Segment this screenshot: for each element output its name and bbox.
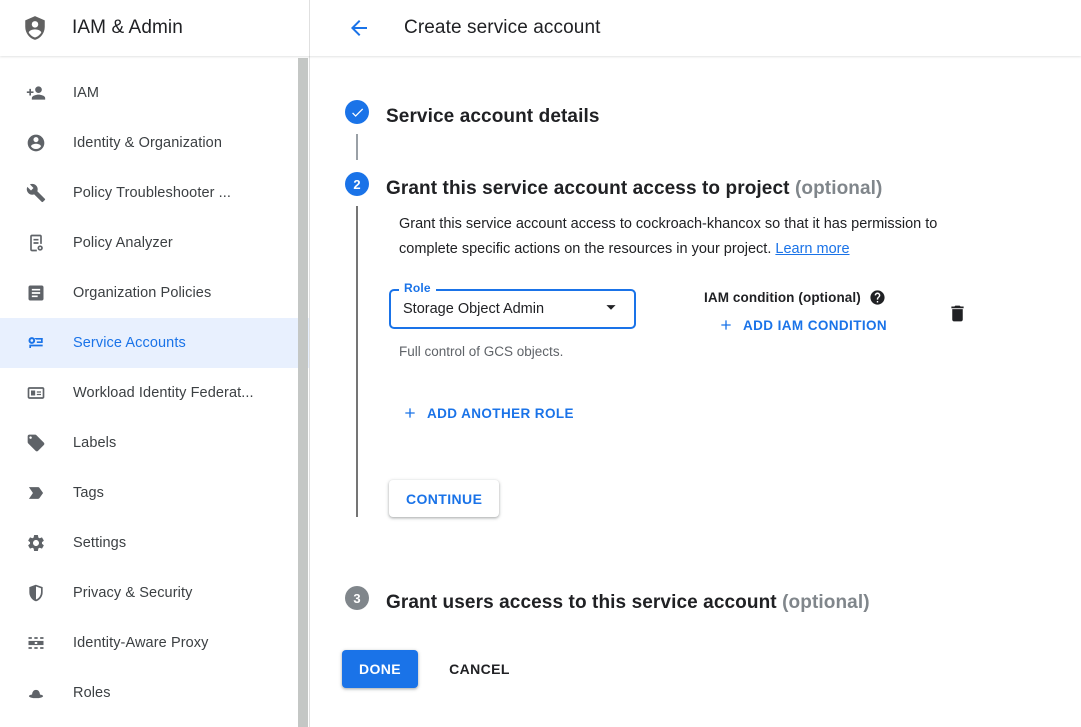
sidebar-item-privacy-security[interactable]: Privacy & Security [0,568,309,618]
scrollbar-thumb[interactable] [298,58,308,727]
role-field-label: Role [399,281,436,295]
sidebar-item-label: Privacy & Security [73,585,192,601]
role-helper-text: Full control of GCS objects. [399,344,636,359]
step1-title: Service account details [386,101,600,132]
sidebar-item-label: IAM [73,85,99,101]
sidebar: IAM Identity & Organization Policy Troub… [0,56,310,727]
sidebar-item-roles[interactable]: Roles [0,668,309,718]
app-title: IAM & Admin [72,17,183,39]
sidebar-item-policy-analyzer[interactable]: Policy Analyzer [0,218,309,268]
sidebar-item-label: Roles [73,685,111,701]
sidebar-item-iam[interactable]: IAM [0,68,309,118]
trash-icon [947,303,968,324]
sidebar-item-identity-aware-proxy[interactable]: Identity-Aware Proxy [0,618,309,668]
sidebar-item-organization-policies[interactable]: Organization Policies [0,268,309,318]
step3-title: Grant users access to this service accou… [386,587,870,618]
cancel-button[interactable]: CANCEL [449,661,510,677]
sidebar-item-workload-identity-federation[interactable]: Workload Identity Federat... [0,368,309,418]
role-selected-value: Storage Object Admin [403,301,544,317]
step-service-account-details: Service account details [310,100,1081,160]
step2-optional-label: (optional) [795,178,883,199]
sidebar-item-identity-organization[interactable]: Identity & Organization [0,118,309,168]
sidebar-item-settings[interactable]: Settings [0,518,309,568]
learn-more-link[interactable]: Learn more [775,241,849,257]
proxy-icon [26,633,46,653]
iam-condition-label: IAM condition (optional) [704,290,861,305]
step-grant-access-to-project: 2 Grant this service account access to p… [310,172,1081,541]
sidebar-item-label: Identity & Organization [73,135,222,151]
check-icon [350,105,365,120]
wrench-icon [26,183,46,203]
done-button[interactable]: DONE [342,650,418,688]
role-row: Role Storage Object Admin Full control o… [389,289,979,359]
sidebar-item-policy-troubleshooter[interactable]: Policy Troubleshooter ... [0,168,309,218]
chevron-down-icon [600,296,622,323]
sidebar-item-label: Service Accounts [73,335,186,351]
tag-icon [26,433,46,453]
sidebar-item-label: Workload Identity Federat... [73,385,254,401]
article-icon [26,283,46,303]
step1-completed-indicator [345,100,369,124]
step2-indicator: 2 [345,172,369,196]
delete-role-button[interactable] [945,301,970,329]
sidebar-item-service-accounts[interactable]: Service Accounts [0,318,309,368]
sidebar-item-label: Policy Troubleshooter ... [73,185,231,201]
step2-number: 2 [353,177,360,192]
app-header: IAM & Admin [0,0,310,56]
sidebar-item-tags[interactable]: Tags [0,468,309,518]
arrow-back-icon [347,16,371,40]
sidebar-scrollbar[interactable] [298,58,308,727]
step2-title: Grant this service account access to pro… [386,173,896,204]
role-select[interactable]: Storage Object Admin [389,289,636,329]
gear-icon [26,533,46,553]
service-accounts-icon [26,333,46,353]
step-connector [356,206,358,517]
sidebar-item-label: Labels [73,435,116,451]
form-actions: DONE CANCEL [310,650,1081,688]
main-content: Service account details 2 Grant this ser… [310,56,1081,727]
continue-button[interactable]: CONTINUE [389,480,499,517]
sidebar-item-label: Identity-Aware Proxy [73,635,209,651]
id-card-icon [26,383,46,403]
plus-icon [718,317,734,333]
plus-icon [402,405,418,421]
step3-number: 3 [353,591,360,606]
help-icon[interactable] [869,289,886,306]
step-connector [356,134,358,160]
hat-icon [26,683,46,703]
page-title: Create service account [404,17,601,39]
iam-admin-shield-icon [22,14,48,42]
back-button[interactable] [346,15,372,41]
shield-half-icon [26,583,46,603]
page-header: Create service account [310,0,1081,56]
sidebar-item-labels[interactable]: Labels [0,418,309,468]
person-add-icon [26,83,46,103]
add-another-role-button[interactable]: ADD ANOTHER ROLE [394,399,582,427]
account-circle-icon [26,133,46,153]
step3-optional-label: (optional) [782,592,870,613]
step3-indicator: 3 [345,586,369,610]
sidebar-item-label: Policy Analyzer [73,235,173,251]
step2-description: Grant this service account access to coc… [399,212,979,262]
policy-analyzer-icon [26,233,46,253]
add-iam-condition-button[interactable]: ADD IAM CONDITION [710,311,895,339]
sidebar-item-label: Tags [73,485,104,501]
step-grant-users-access: 3 Grant users access to this service acc… [310,586,1081,618]
iam-condition-section: IAM condition (optional) ADD IAM CONDITI… [704,289,895,339]
sidebar-item-label: Organization Policies [73,285,211,301]
top-header: IAM & Admin Create service account [0,0,1081,56]
sidebar-item-label: Settings [73,535,126,551]
label-arrow-icon [26,483,46,503]
